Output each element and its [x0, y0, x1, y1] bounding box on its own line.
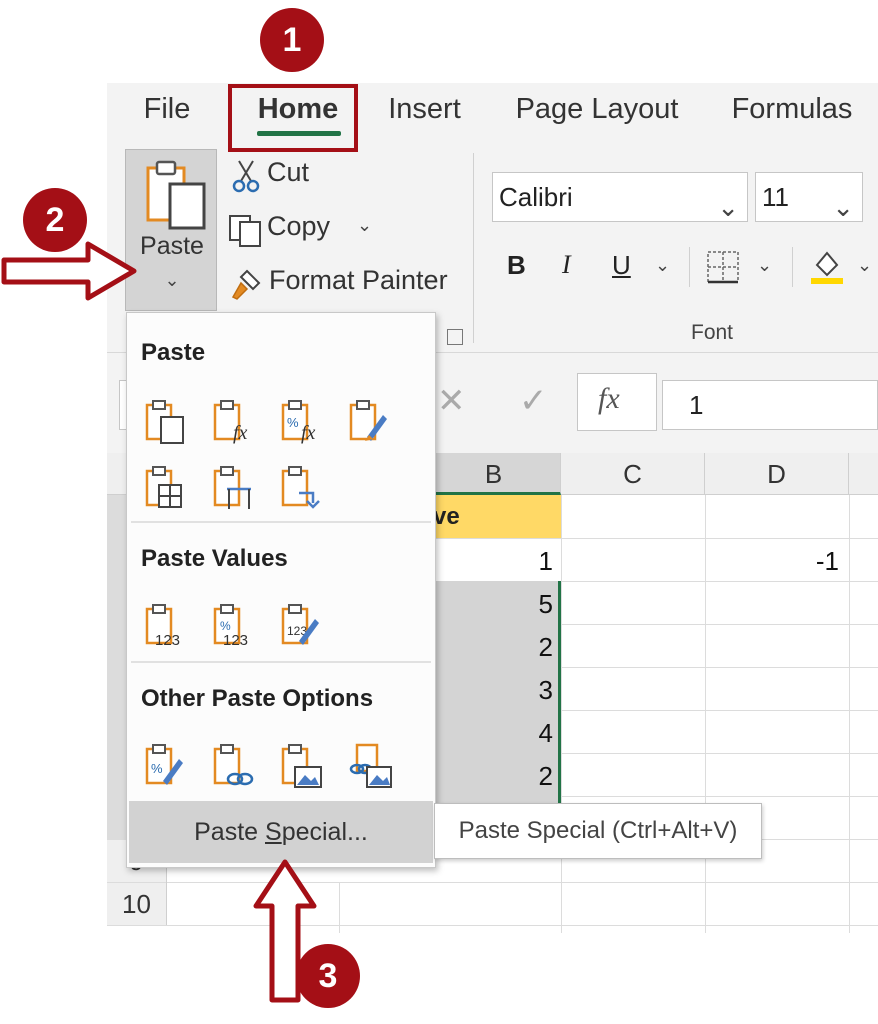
- font-size-select[interactable]: 11 ⌄: [755, 172, 863, 222]
- column-header-c[interactable]: C: [561, 453, 705, 495]
- cell-d2[interactable]: -1: [705, 546, 839, 577]
- borders-icon[interactable]: [705, 249, 741, 285]
- separator: [689, 247, 690, 287]
- paste-values-heading: Paste Values: [141, 545, 288, 572]
- paste-formulas-icon[interactable]: fx: [211, 397, 259, 445]
- cell-b5[interactable]: 3: [427, 675, 553, 706]
- chevron-down-icon[interactable]: ⌄: [857, 255, 872, 276]
- no-borders-icon[interactable]: [143, 463, 191, 511]
- svg-text:123: 123: [223, 632, 248, 649]
- step-badge-1: 1: [260, 8, 324, 72]
- bold-button[interactable]: B: [507, 250, 537, 281]
- cell-b3[interactable]: 5: [427, 589, 553, 620]
- format-painter-label: Format Painter: [269, 265, 448, 295]
- cell-b7[interactable]: 2: [427, 761, 553, 792]
- svg-text:%: %: [287, 415, 299, 430]
- up-arrow-icon: [253, 859, 317, 1003]
- home-tab-highlight-box: [228, 84, 358, 152]
- picture-icon[interactable]: [279, 741, 327, 789]
- enter-icon[interactable]: ✓: [519, 381, 548, 421]
- keep-source-column-widths-icon[interactable]: [211, 463, 259, 511]
- paste-link-icon[interactable]: [211, 741, 259, 789]
- tab-page-layout[interactable]: Page Layout: [502, 83, 692, 145]
- formula-input[interactable]: 1: [662, 380, 878, 430]
- cancel-icon[interactable]: ✕: [437, 381, 466, 421]
- paste-special-tooltip: Paste Special (Ctrl+Alt+V): [434, 803, 762, 859]
- paste-options-menu: Paste fx % fx Paste Values 123 % 123 123…: [126, 312, 436, 868]
- formatting-icon[interactable]: %: [143, 741, 191, 789]
- copy-label: Copy: [267, 211, 331, 241]
- values-source-formatting-icon[interactable]: 123: [279, 601, 327, 649]
- tab-formulas[interactable]: Formulas: [717, 83, 867, 145]
- font-size-value: 11: [762, 182, 789, 212]
- cut-button[interactable]: Cut: [227, 157, 467, 197]
- row-line: [107, 925, 878, 926]
- other-paste-options-heading: Other Paste Options: [141, 685, 374, 712]
- cell-b2[interactable]: 1: [427, 546, 553, 577]
- chevron-down-icon: ⌄: [717, 192, 739, 222]
- dialog-launcher-icon[interactable]: [447, 329, 463, 345]
- tab-insert[interactable]: Insert: [372, 83, 477, 145]
- column-header-b[interactable]: B: [427, 453, 561, 495]
- paste-icon[interactable]: [143, 397, 191, 445]
- paste-special-label-b: pecial...: [281, 818, 368, 846]
- cut-label: Cut: [267, 157, 310, 187]
- header-cell-b1[interactable]: ve: [427, 495, 561, 538]
- cell-b4[interactable]: 2: [427, 632, 553, 663]
- column-line: [561, 495, 562, 933]
- svg-text:123: 123: [155, 632, 180, 649]
- svg-text:fx: fx: [301, 422, 316, 444]
- tab-file[interactable]: File: [127, 83, 207, 145]
- column-header-d[interactable]: D: [705, 453, 849, 495]
- copy-button[interactable]: Copy ⌄: [223, 211, 383, 251]
- row-line: [107, 882, 878, 883]
- separator: [792, 247, 793, 287]
- paste-special-label-a: Paste: [194, 818, 265, 846]
- svg-text:%: %: [151, 761, 163, 776]
- copy-icon: [229, 215, 261, 247]
- chevron-down-icon[interactable]: ⌄: [757, 255, 772, 276]
- values-number-formatting-icon[interactable]: %123: [211, 601, 259, 649]
- paste-values-icon[interactable]: 123: [143, 601, 191, 649]
- row-header-10[interactable]: 10: [107, 883, 167, 925]
- underline-button[interactable]: U: [612, 250, 642, 281]
- chevron-down-icon[interactable]: ⌄: [357, 215, 372, 236]
- svg-text:fx: fx: [233, 422, 248, 444]
- menu-separator: [131, 661, 431, 663]
- font-name-select[interactable]: Calibri ⌄: [492, 172, 748, 222]
- insert-function-button[interactable]: fx: [577, 373, 657, 431]
- fx-icon: fx: [598, 382, 620, 415]
- chevron-down-icon: ⌄: [832, 192, 854, 222]
- cell-b6[interactable]: 4: [427, 718, 553, 749]
- scissors-icon: [232, 160, 260, 193]
- group-separator: [473, 153, 474, 343]
- linked-picture-icon[interactable]: [347, 741, 395, 789]
- italic-button[interactable]: I: [562, 250, 592, 280]
- paste-formulas-number-formatting-icon[interactable]: % fx: [279, 397, 327, 445]
- paste-special-accelerator: S: [265, 818, 282, 846]
- right-arrow-icon: [1, 241, 137, 301]
- paintbrush-icon: [231, 269, 261, 300]
- format-painter-button[interactable]: Format Painter: [223, 265, 453, 305]
- svg-text:%: %: [220, 619, 231, 633]
- font-name-value: Calibri: [499, 182, 573, 212]
- menu-separator: [131, 521, 431, 523]
- column-line: [339, 882, 340, 933]
- transpose-icon[interactable]: [279, 463, 327, 511]
- font-group-label: Font: [691, 321, 734, 344]
- paste-icon: [146, 160, 206, 230]
- paste-section-heading: Paste: [141, 339, 206, 366]
- column-line: [849, 495, 850, 933]
- fill-color-icon[interactable]: [807, 245, 847, 285]
- paste-special-menu-item[interactable]: Paste Special...: [129, 801, 433, 863]
- ribbon-tab-bar: File Home Insert Page Layout Formulas: [107, 83, 878, 145]
- chevron-down-icon[interactable]: ⌄: [655, 255, 670, 276]
- keep-source-formatting-icon[interactable]: [347, 397, 395, 445]
